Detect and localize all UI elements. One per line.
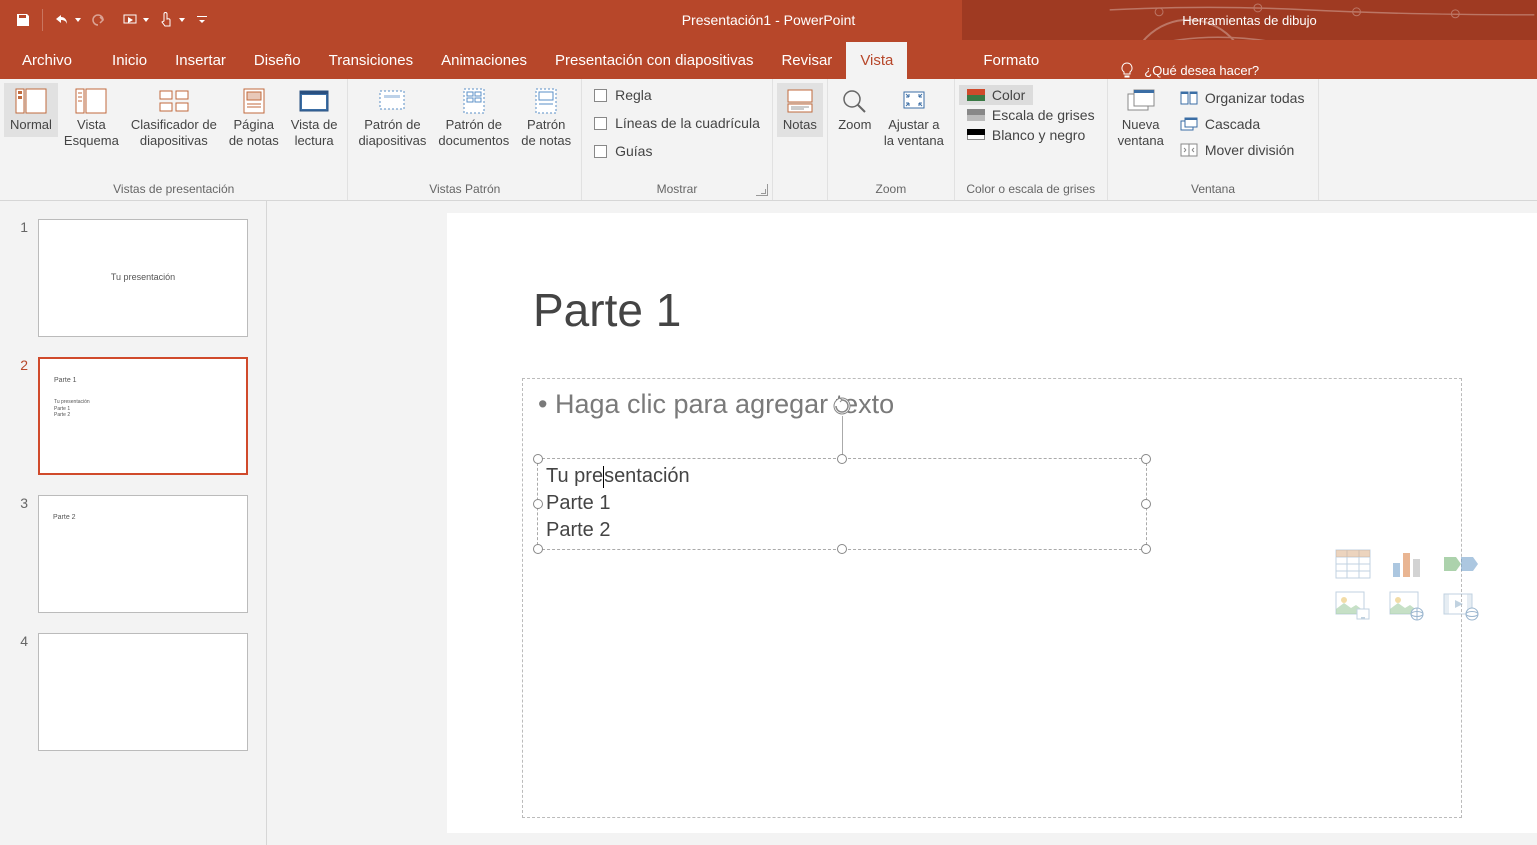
resize-handle[interactable] — [1141, 499, 1151, 509]
resize-handle[interactable] — [837, 544, 847, 554]
cascade-button[interactable]: Cascada — [1170, 111, 1315, 137]
guides-checkbox[interactable]: Guías — [586, 137, 660, 165]
group-master-views: Patrón de diapositivas Patrón de documen… — [348, 79, 582, 200]
group-label-masters: Vistas Patrón — [348, 179, 581, 200]
tab-view[interactable]: Vista — [846, 42, 907, 79]
insert-picture-icon[interactable] — [1335, 591, 1371, 621]
tab-format[interactable]: Formato — [969, 42, 1053, 79]
thumb-number: 4 — [14, 633, 28, 751]
tab-animations[interactable]: Animaciones — [427, 42, 541, 79]
group-label-zoom: Zoom — [828, 179, 954, 200]
slide-thumbnail-2[interactable]: Parte 1 Tu presentación Parte 1 Parte 2 — [38, 357, 248, 475]
slide-canvas-area: Parte 1 • Haga clic para agregar texto — [267, 201, 1537, 845]
group-label-show: Mostrar — [582, 179, 772, 200]
group-window: Nueva ventana Organizar todas Cascada Mo… — [1108, 79, 1320, 200]
tab-home[interactable]: Inicio — [98, 42, 161, 79]
rotation-handle[interactable] — [832, 396, 852, 416]
tab-transitions[interactable]: Transiciones — [315, 42, 427, 79]
outline-view-button[interactable]: Vista Esquema — [58, 83, 125, 154]
insert-smartart-icon[interactable] — [1443, 549, 1479, 579]
insert-table-icon[interactable] — [1335, 549, 1371, 579]
insert-content-icons — [1335, 549, 1479, 577]
group-show: Regla Líneas de la cuadrícula Guías Most… — [582, 79, 828, 200]
move-split-button[interactable]: Mover división — [1170, 137, 1315, 163]
group-color-grayscale: Color Escala de grises Blanco y negro Co… — [955, 79, 1108, 200]
slide-thumbnail-3[interactable]: Parte 2 — [38, 495, 248, 613]
title-bar: Presentación1 - PowerPoint Herramientas … — [0, 0, 1537, 40]
content-placeholder[interactable]: • Haga clic para agregar texto — [522, 378, 1462, 818]
tab-review[interactable]: Revisar — [767, 42, 846, 79]
group-zoom: Zoom Ajustar a la ventana Zoom — [828, 79, 955, 200]
arrange-all-button[interactable]: Organizar todas — [1170, 85, 1315, 111]
tell-me-placeholder: ¿Qué desea hacer? — [1144, 63, 1259, 78]
group-label-views: Vistas de presentación — [0, 179, 347, 200]
tab-design[interactable]: Diseño — [240, 42, 315, 79]
qat-customize-button[interactable] — [189, 7, 215, 33]
reading-view-button[interactable]: Vista de lectura — [285, 83, 344, 154]
normal-view-button[interactable]: Normal — [4, 83, 58, 137]
notes-master-button[interactable]: Patrón de notas — [515, 83, 577, 154]
group-label-color: Color o escala de grises — [955, 179, 1107, 200]
slide-thumbnail-4[interactable] — [38, 633, 248, 751]
resize-handle[interactable] — [1141, 454, 1151, 464]
thumb-number: 2 — [14, 357, 28, 475]
contextual-tool-label: Herramientas de dibujo — [962, 0, 1537, 40]
slide-title[interactable]: Parte 1 — [533, 283, 681, 337]
resize-handle[interactable] — [837, 454, 847, 464]
color-mode-button[interactable]: Color — [959, 85, 1033, 105]
slide-thumbnail-1[interactable]: Tu presentación — [38, 219, 248, 337]
lightbulb-icon — [1118, 61, 1136, 79]
slide-canvas[interactable]: Parte 1 • Haga clic para agregar texto — [447, 213, 1537, 833]
zoom-button[interactable]: Zoom — [832, 83, 878, 137]
insert-chart-icon[interactable] — [1389, 549, 1425, 579]
notes-toggle-button[interactable]: Notas — [777, 83, 823, 137]
group-presentation-views: Normal Vista Esquema Clasificador de dia… — [0, 79, 348, 200]
notes-page-button[interactable]: Página de notas — [223, 83, 285, 154]
redo-button[interactable] — [85, 7, 111, 33]
slide-master-button[interactable]: Patrón de diapositivas — [352, 83, 432, 154]
resize-handle[interactable] — [533, 544, 543, 554]
gridlines-checkbox[interactable]: Líneas de la cuadrícula — [586, 109, 768, 137]
slide-thumbnail-panel: 1 Tu presentación 2 Parte 1 Tu presentac… — [0, 201, 267, 845]
handout-master-button[interactable]: Patrón de documentos — [432, 83, 515, 154]
bw-mode-button[interactable]: Blanco y negro — [959, 125, 1093, 145]
content-area: 1 Tu presentación 2 Parte 1 Tu presentac… — [0, 201, 1537, 845]
placeholder-text: • Haga clic para agregar texto — [538, 389, 1446, 420]
group-label-window: Ventana — [1108, 179, 1319, 200]
grayscale-mode-button[interactable]: Escala de grises — [959, 105, 1103, 125]
quick-access-toolbar — [0, 0, 215, 40]
fit-to-window-button[interactable]: Ajustar a la ventana — [878, 83, 950, 154]
ruler-checkbox[interactable]: Regla — [586, 81, 660, 109]
insert-video-icon[interactable] — [1443, 591, 1479, 621]
tab-file[interactable]: Archivo — [8, 42, 86, 79]
insert-online-picture-icon[interactable] — [1389, 591, 1425, 621]
ribbon: Normal Vista Esquema Clasificador de dia… — [0, 79, 1537, 201]
resize-handle[interactable] — [533, 499, 543, 509]
undo-button[interactable] — [49, 7, 75, 33]
selected-textbox[interactable]: Tu presentación Parte 1 Parte 2 — [537, 458, 1147, 550]
resize-handle[interactable] — [533, 454, 543, 464]
show-dialog-launcher[interactable] — [756, 184, 768, 196]
thumb-number: 1 — [14, 219, 28, 337]
new-window-button[interactable]: Nueva ventana — [1112, 83, 1170, 154]
tell-me-search[interactable]: ¿Qué desea hacer? — [1118, 61, 1259, 79]
textbox-content[interactable]: Tu presentación Parte 1 Parte 2 — [538, 459, 1146, 548]
slide-sorter-button[interactable]: Clasificador de diapositivas — [125, 83, 223, 154]
start-from-beginning-button[interactable] — [117, 7, 143, 33]
thumb-number: 3 — [14, 495, 28, 613]
resize-handle[interactable] — [1141, 544, 1151, 554]
ribbon-tabs: Archivo Inicio Insertar Diseño Transicio… — [0, 40, 1537, 79]
tab-slideshow[interactable]: Presentación con diapositivas — [541, 42, 767, 79]
touch-mode-button[interactable] — [153, 7, 179, 33]
tab-insert[interactable]: Insertar — [161, 42, 240, 79]
save-button[interactable] — [10, 7, 36, 33]
